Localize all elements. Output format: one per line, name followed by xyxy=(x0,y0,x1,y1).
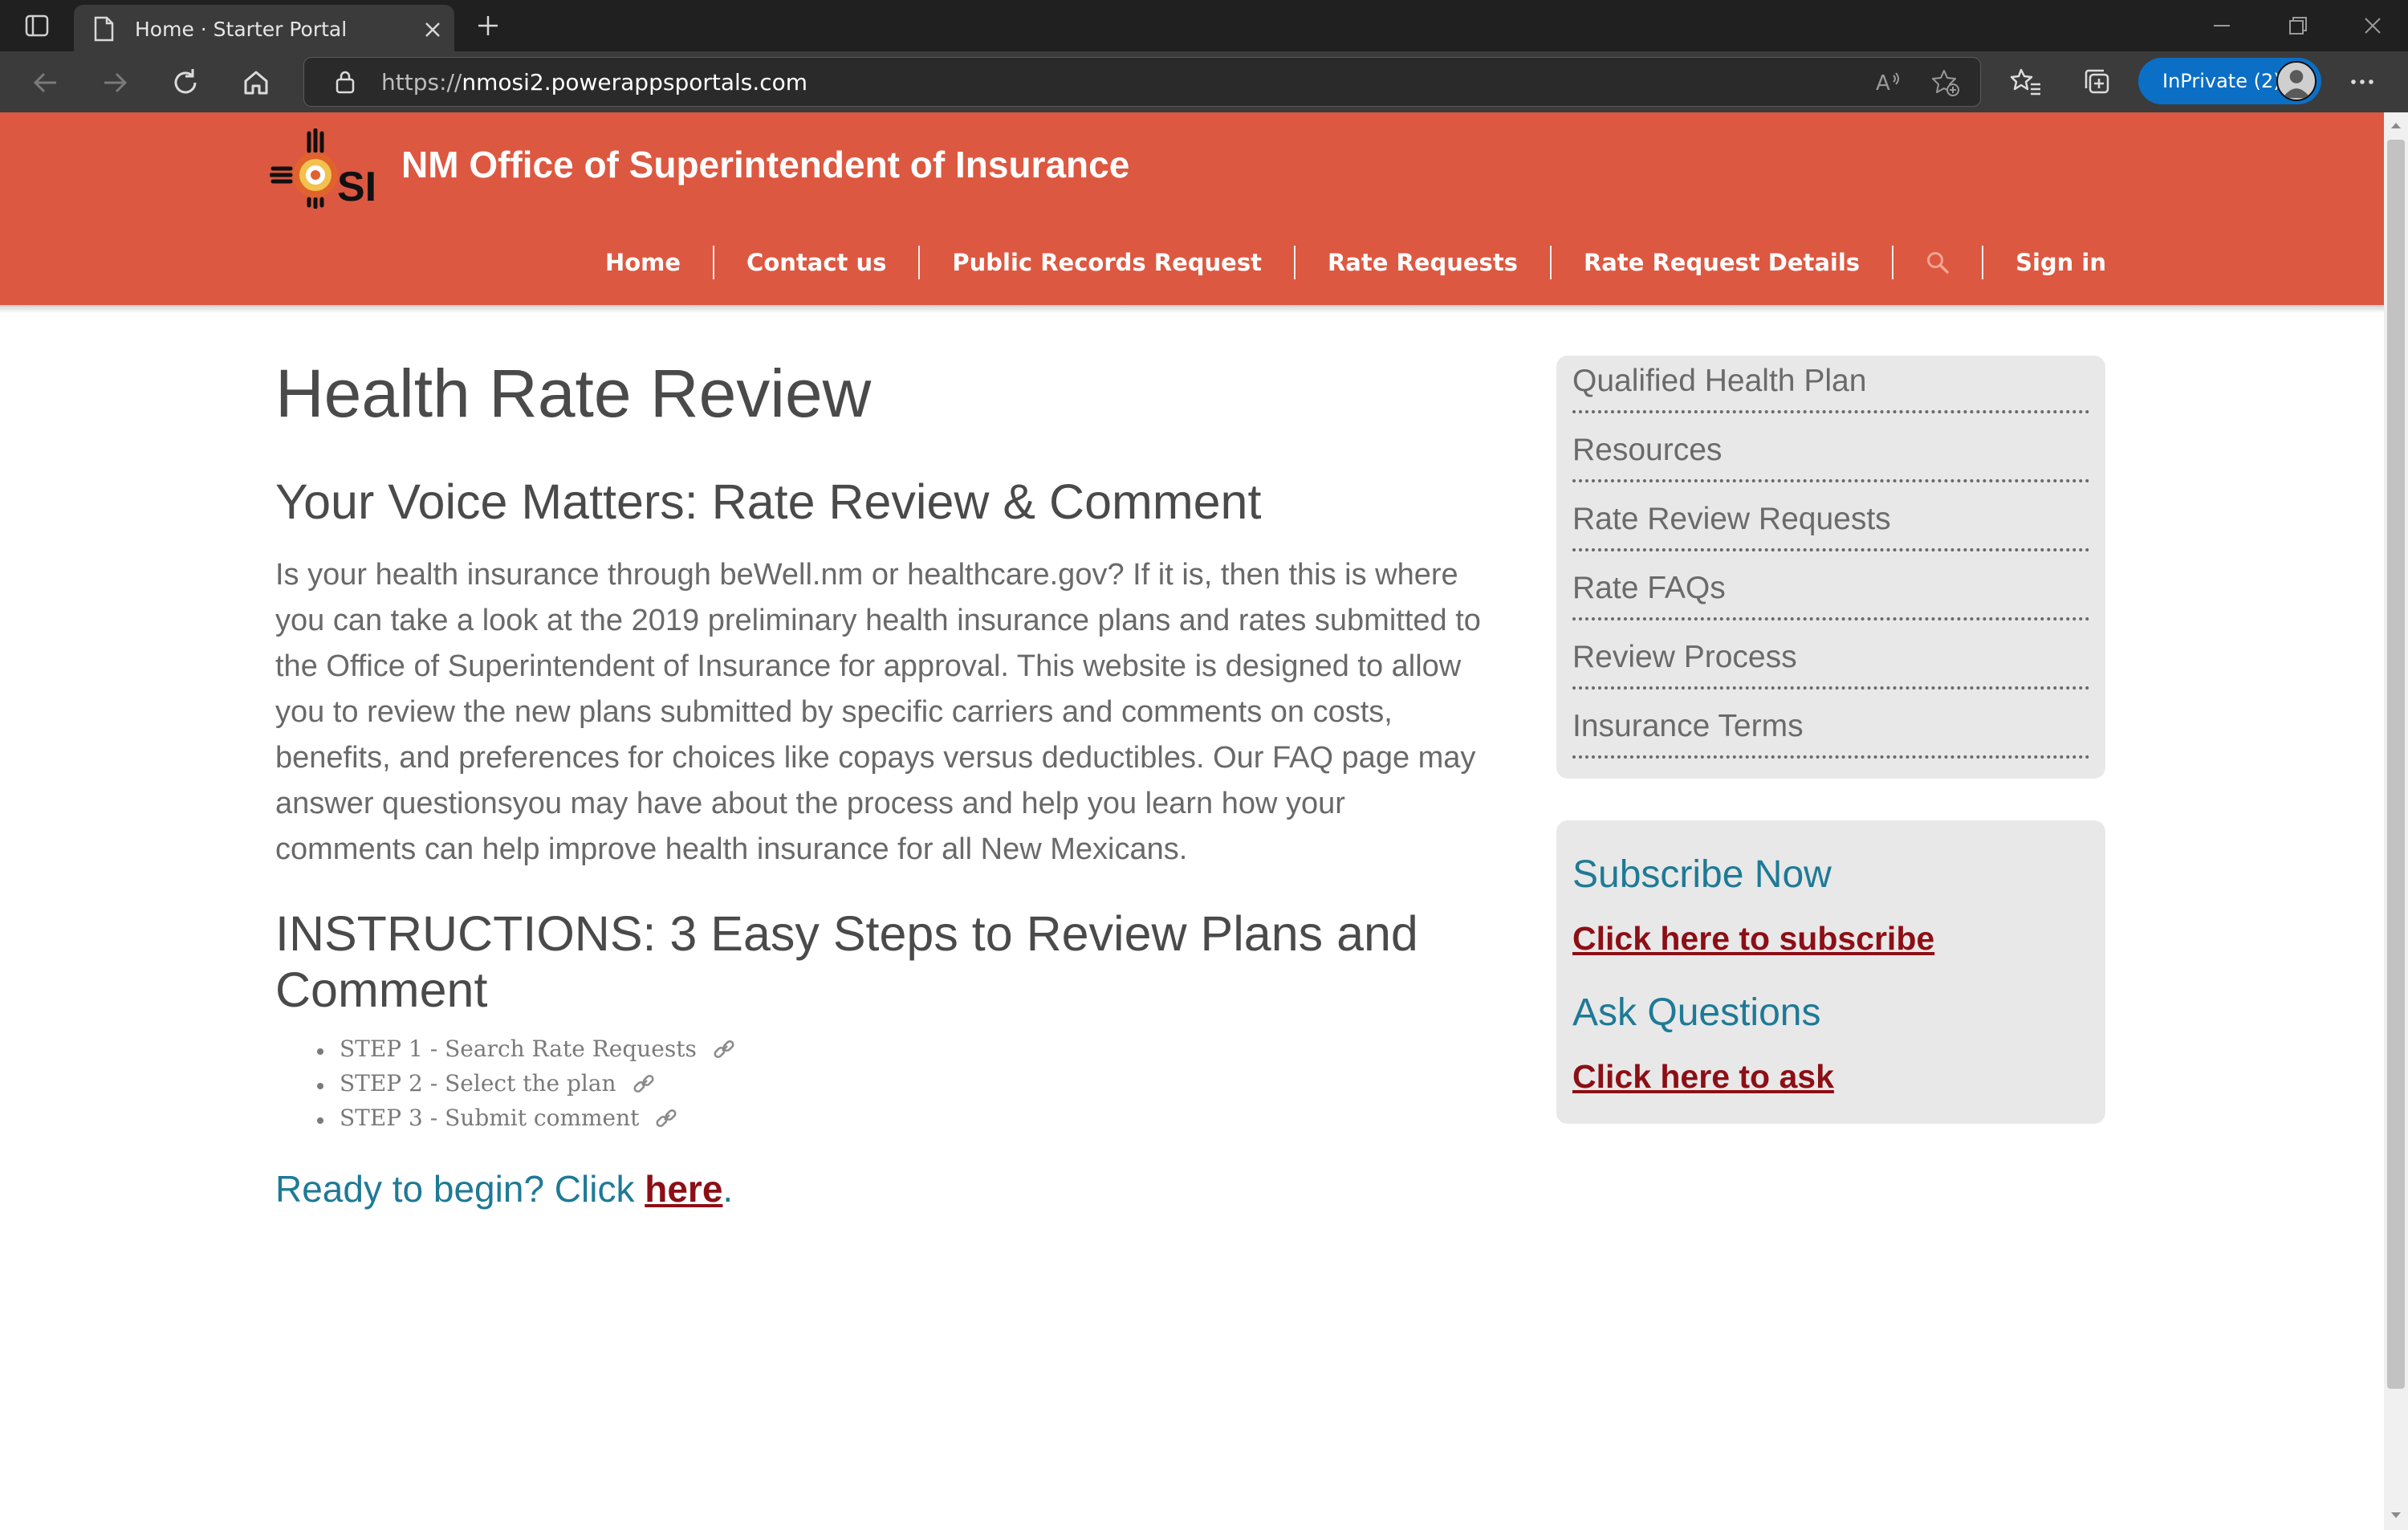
tab-actions-icon[interactable] xyxy=(22,11,51,40)
scroll-up-icon[interactable] xyxy=(2390,120,2402,130)
scroll-down-icon[interactable] xyxy=(2390,1511,2402,1520)
sidebar-menu: Qualified Health Plan Resources Rate Rev… xyxy=(1556,356,2105,779)
minimize-icon[interactable] xyxy=(2206,11,2238,40)
intro-line: you can take a look at the 2019 prelimin… xyxy=(275,604,1481,637)
link-icon[interactable] xyxy=(632,1072,656,1096)
more-options-icon[interactable] xyxy=(2345,65,2379,99)
close-tab-icon[interactable] xyxy=(422,19,443,40)
intro-line: you to review the new plans submitted by… xyxy=(275,695,1393,729)
list-item: STEP 2 - Select the plan xyxy=(317,1070,736,1105)
refresh-icon[interactable] xyxy=(169,66,202,100)
sidebar-item-rate-review-requests[interactable]: Rate Review Requests xyxy=(1572,494,2089,551)
link-icon[interactable] xyxy=(712,1037,736,1061)
browser-toolbar: https://nmosi2.powerappsportals.com A In… xyxy=(0,51,2408,112)
nav-home[interactable]: Home xyxy=(573,249,713,276)
steps-list: STEP 1 - Search Rate Requests STEP 2 - S… xyxy=(317,1036,736,1139)
read-aloud-icon[interactable]: A xyxy=(1873,67,1903,98)
ready-suffix: . xyxy=(722,1168,734,1210)
tab-title: Home · Starter Portal xyxy=(135,18,348,41)
nav-separator xyxy=(1293,246,1296,279)
step-3-label: STEP 3 - Submit comment xyxy=(340,1105,640,1131)
nav-sign-in[interactable]: Sign in xyxy=(1983,249,2106,276)
collections-icon[interactable] xyxy=(2081,65,2114,99)
begin-here-link[interactable]: here xyxy=(645,1168,722,1210)
intro-line: answer questionsyou may have about the p… xyxy=(275,787,1345,820)
ask-questions-heading: Ask Questions xyxy=(1572,991,1821,1034)
favorites-icon[interactable] xyxy=(2010,65,2044,99)
site-title[interactable]: NM Office of Superintendent of Insurance xyxy=(401,143,1129,186)
subscribe-heading: Subscribe Now xyxy=(1572,853,1832,896)
page-title: Health Rate Review xyxy=(275,356,872,431)
nav-rate-request-details[interactable]: Rate Request Details xyxy=(1552,249,1892,276)
search-icon[interactable] xyxy=(1893,250,1982,275)
subscribe-link[interactable]: Click here to subscribe xyxy=(1572,920,1934,958)
new-tab-icon[interactable] xyxy=(474,11,502,40)
nav-separator xyxy=(713,246,715,279)
browser-tab-bar: Home · Starter Portal xyxy=(0,0,2408,51)
intro-line: benefits, and preferences for choices li… xyxy=(275,741,1476,775)
profile-avatar-icon xyxy=(2276,61,2316,101)
sidebar-item-rate-faqs[interactable]: Rate FAQs xyxy=(1572,563,2089,621)
main-content: Health Rate Review Your Voice Matters: R… xyxy=(275,353,1552,1210)
back-icon[interactable] xyxy=(29,66,63,100)
sidebar-item-qualified-health-plan[interactable]: Qualified Health Plan xyxy=(1572,356,2089,413)
nav-separator xyxy=(1549,246,1552,279)
site-header: SI NM Office of Superintendent of Insura… xyxy=(0,112,2384,313)
intro-paragraph: Is your health insurance through beWell.… xyxy=(275,552,1560,873)
restore-icon[interactable] xyxy=(2281,11,2313,40)
ready-prefix: Ready to begin? Click xyxy=(275,1168,645,1210)
close-window-icon[interactable] xyxy=(2357,11,2389,40)
nav-separator xyxy=(1892,246,1894,279)
sidebar-item-resources[interactable]: Resources xyxy=(1572,425,2089,482)
inprivate-button[interactable]: InPrivate (2) xyxy=(2138,58,2321,104)
step-1-label: STEP 1 - Search Rate Requests xyxy=(340,1036,697,1062)
scrollbar-thumb[interactable] xyxy=(2387,140,2405,1389)
url-text: https://nmosi2.powerappsportals.com xyxy=(381,69,808,96)
intro-line: the Office of Superintendent of Insuranc… xyxy=(275,649,1462,683)
address-bar[interactable]: https://nmosi2.powerappsportals.com A xyxy=(303,57,1981,107)
sidebar-item-insurance-terms[interactable]: Insurance Terms xyxy=(1572,701,2089,759)
osi-logo-icon[interactable]: SI xyxy=(270,128,382,209)
ask-link[interactable]: Click here to ask xyxy=(1572,1058,1834,1096)
page-icon xyxy=(94,16,114,42)
intro-line: comments can help improve health insuran… xyxy=(275,832,1188,866)
nav-public-records-request[interactable]: Public Records Request xyxy=(920,249,1294,276)
forward-icon[interactable] xyxy=(98,66,132,100)
subscribe-box: Subscribe Now Click here to subscribe As… xyxy=(1556,820,2105,1124)
step-2-label: STEP 2 - Select the plan xyxy=(340,1070,616,1097)
inprivate-label: InPrivate (2) xyxy=(2162,70,2281,92)
instructions-heading: INSTRUCTIONS: 3 Easy Steps to Review Pla… xyxy=(275,906,1418,1017)
svg-text:A: A xyxy=(1876,71,1890,96)
nav-rate-requests[interactable]: Rate Requests xyxy=(1296,249,1550,276)
main-navigation: Home Contact us Public Records Request R… xyxy=(573,242,2106,283)
voice-matters-heading: Your Voice Matters: Rate Review & Commen… xyxy=(275,474,1262,529)
svg-text:SI: SI xyxy=(337,164,376,209)
browser-tab-home[interactable]: Home · Starter Portal xyxy=(74,5,454,51)
nav-contact-us[interactable]: Contact us xyxy=(714,249,918,276)
link-icon[interactable] xyxy=(654,1106,678,1130)
sidebar-item-review-process[interactable]: Review Process xyxy=(1572,632,2089,690)
nav-separator xyxy=(918,246,921,279)
intro-line: Is your health insurance through beWell.… xyxy=(275,558,1458,592)
page-scrollbar[interactable] xyxy=(2384,112,2408,1530)
list-item: STEP 1 - Search Rate Requests xyxy=(317,1036,736,1070)
home-icon[interactable] xyxy=(239,66,273,100)
list-item: STEP 3 - Submit comment xyxy=(317,1105,736,1139)
add-favorite-icon[interactable] xyxy=(1930,67,1961,98)
ready-to-begin: Ready to begin? Click here. xyxy=(275,1167,733,1211)
lock-icon[interactable] xyxy=(333,69,357,95)
nav-separator xyxy=(1982,246,1984,279)
